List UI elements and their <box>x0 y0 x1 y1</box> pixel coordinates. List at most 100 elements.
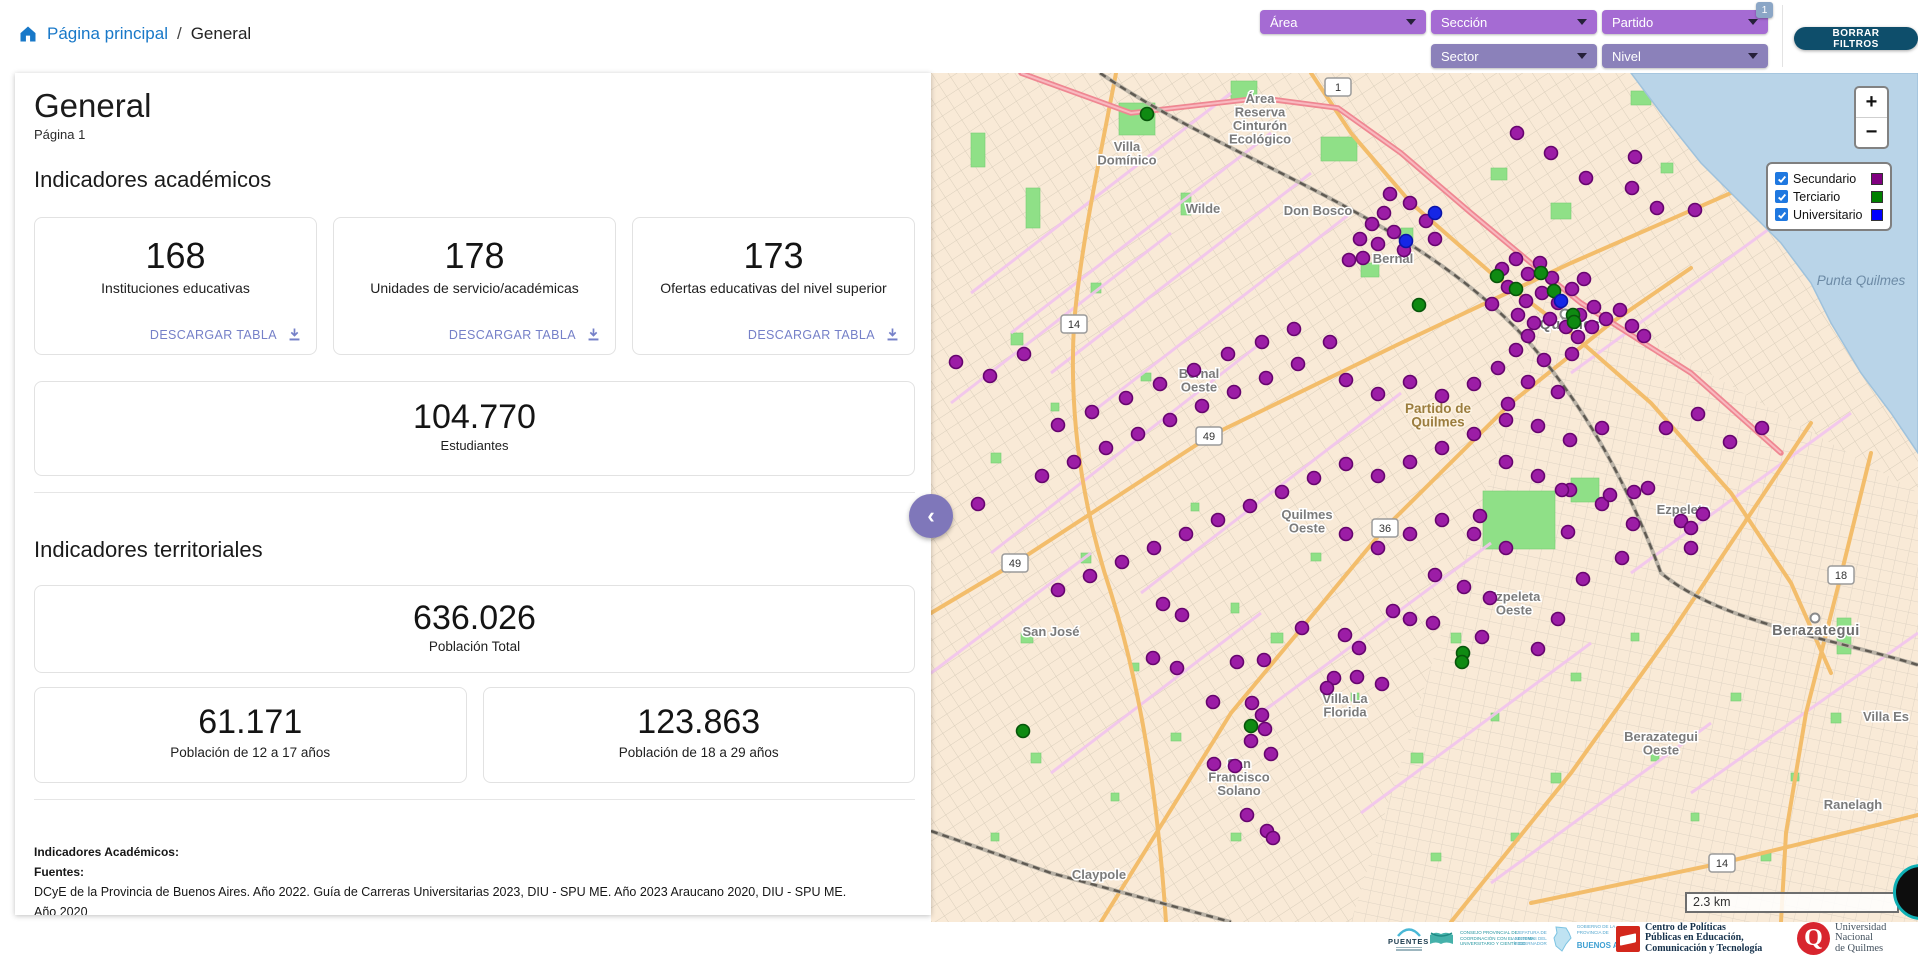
institution-dot-secundario[interactable] <box>984 370 997 383</box>
institution-dot-secundario[interactable] <box>1084 570 1097 583</box>
institution-dot-secundario[interactable] <box>1372 388 1385 401</box>
institution-dot-universitario[interactable] <box>1555 295 1568 308</box>
institution-dot-secundario[interactable] <box>1552 613 1565 626</box>
institution-dot-secundario[interactable] <box>1502 398 1515 411</box>
institution-dot-terciario[interactable] <box>1568 316 1581 329</box>
institution-dot-terciario[interactable] <box>1491 270 1504 283</box>
institution-dot-secundario[interactable] <box>1180 528 1193 541</box>
institution-dot-secundario[interactable] <box>1229 760 1242 773</box>
clear-filters-button[interactable]: BORRAR FILTROS <box>1794 27 1918 50</box>
institution-dot-secundario[interactable] <box>1222 348 1235 361</box>
institution-dot-secundario[interactable] <box>1474 510 1487 523</box>
institution-dot-secundario[interactable] <box>1436 514 1449 527</box>
institution-dot-terciario[interactable] <box>1245 720 1258 733</box>
institution-dot-secundario[interactable] <box>1357 252 1370 265</box>
institution-dot-secundario[interactable] <box>1476 631 1489 644</box>
institution-dot-secundario[interactable] <box>1296 622 1309 635</box>
institution-dot-secundario[interactable] <box>1351 671 1364 684</box>
institution-dot-secundario[interactable] <box>1436 442 1449 455</box>
institution-dot-secundario[interactable] <box>1052 419 1065 432</box>
filter-seccion-select[interactable]: Sección <box>1431 10 1597 34</box>
legend-checkbox-secundario[interactable] <box>1775 172 1788 185</box>
institution-dot-secundario[interactable] <box>1685 542 1698 555</box>
institution-dot-secundario[interactable] <box>972 498 985 511</box>
filter-area-select[interactable]: Área <box>1260 10 1426 34</box>
institution-dot-secundario[interactable] <box>1628 486 1641 499</box>
institution-dot-secundario[interactable] <box>1572 331 1585 344</box>
institution-dot-secundario[interactable] <box>1616 552 1629 565</box>
institution-dot-terciario[interactable] <box>1510 283 1523 296</box>
institution-dot-secundario[interactable] <box>1627 518 1640 531</box>
institution-dot-secundario[interactable] <box>1642 482 1655 495</box>
institution-dot-secundario[interactable] <box>1566 348 1579 361</box>
institution-dot-secundario[interactable] <box>950 356 963 369</box>
institution-dot-secundario[interactable] <box>1339 629 1352 642</box>
filter-sector-select[interactable]: Sector <box>1431 44 1597 68</box>
institution-dot-secundario[interactable] <box>1231 656 1244 669</box>
institution-dot-secundario[interactable] <box>1245 735 1258 748</box>
institution-dot-secundario[interactable] <box>1510 344 1523 357</box>
institution-dot-secundario[interactable] <box>1241 809 1254 822</box>
institution-dot-secundario[interactable] <box>1372 542 1385 555</box>
institution-dot-secundario[interactable] <box>1212 514 1225 527</box>
institution-dot-secundario[interactable] <box>1689 204 1702 217</box>
institution-dot-secundario[interactable] <box>1566 283 1579 296</box>
institution-dot-secundario[interactable] <box>1468 528 1481 541</box>
institution-dot-secundario[interactable] <box>1522 330 1535 343</box>
institution-dot-secundario[interactable] <box>1427 617 1440 630</box>
institution-dot-secundario[interactable] <box>1148 542 1161 555</box>
institution-dot-secundario[interactable] <box>1692 408 1705 421</box>
institution-dot-secundario[interactable] <box>1500 542 1513 555</box>
institution-dot-secundario[interactable] <box>1384 188 1397 201</box>
institution-dot-secundario[interactable] <box>1564 434 1577 447</box>
institution-dot-secundario[interactable] <box>1354 233 1367 246</box>
institution-dot-secundario[interactable] <box>1267 832 1280 845</box>
institution-dot-secundario[interactable] <box>1120 392 1133 405</box>
institution-dot-secundario[interactable] <box>1372 470 1385 483</box>
institution-dot-terciario[interactable] <box>1141 108 1154 121</box>
institution-dot-secundario[interactable] <box>1265 748 1278 761</box>
institution-dot-terciario[interactable] <box>1456 656 1469 669</box>
institution-dot-secundario[interactable] <box>1510 253 1523 266</box>
institution-dot-secundario[interactable] <box>1651 202 1664 215</box>
institution-dot-secundario[interactable] <box>1404 197 1417 210</box>
institution-dot-secundario[interactable] <box>1378 207 1391 220</box>
institution-dot-secundario[interactable] <box>1340 528 1353 541</box>
institution-dot-secundario[interactable] <box>1207 696 1220 709</box>
institution-dot-secundario[interactable] <box>1288 323 1301 336</box>
institution-dot-secundario[interactable] <box>1604 489 1617 502</box>
institution-dot-secundario[interactable] <box>1512 309 1525 322</box>
institution-dot-secundario[interactable] <box>1536 287 1549 300</box>
institution-dot-secundario[interactable] <box>1522 376 1535 389</box>
institution-dot-secundario[interactable] <box>1340 374 1353 387</box>
filter-partido-select[interactable]: Partido 1 <box>1602 10 1768 34</box>
filter-nivel-select[interactable]: Nivel <box>1602 44 1768 68</box>
download-table-link[interactable]: DESCARGAR TABLA <box>748 326 901 343</box>
institution-dot-secundario[interactable] <box>1492 362 1505 375</box>
institution-dot-secundario[interactable] <box>1157 598 1170 611</box>
institution-dot-secundario[interactable] <box>1244 500 1257 513</box>
institution-dot-secundario[interactable] <box>1404 528 1417 541</box>
institution-dot-secundario[interactable] <box>1436 390 1449 403</box>
map-canvas[interactable]: VillaDomínicoWildeÁreaReservaCinturónEco… <box>931 73 1918 922</box>
institution-dot-secundario[interactable] <box>1626 182 1639 195</box>
institution-dot-secundario[interactable] <box>1500 414 1513 427</box>
institution-dot-secundario[interactable] <box>1052 584 1065 597</box>
institution-dot-terciario[interactable] <box>1413 299 1426 312</box>
institution-dot-secundario[interactable] <box>1638 330 1651 343</box>
institution-dot-universitario[interactable] <box>1429 207 1442 220</box>
institution-dot-secundario[interactable] <box>1147 652 1160 665</box>
legend-checkbox-terciario[interactable] <box>1775 190 1788 203</box>
download-table-link[interactable]: DESCARGAR TABLA <box>150 326 303 343</box>
institution-dot-secundario[interactable] <box>1132 428 1145 441</box>
institution-dot-secundario[interactable] <box>1259 723 1272 736</box>
institution-dot-secundario[interactable] <box>1404 613 1417 626</box>
institution-dot-secundario[interactable] <box>1685 522 1698 535</box>
institution-dot-secundario[interactable] <box>1580 172 1593 185</box>
institution-dot-secundario[interactable] <box>1246 697 1259 710</box>
institution-dot-secundario[interactable] <box>1372 238 1385 251</box>
institution-dot-secundario[interactable] <box>1353 642 1366 655</box>
institution-dot-secundario[interactable] <box>1629 151 1642 164</box>
institution-dot-secundario[interactable] <box>1176 609 1189 622</box>
institution-dot-secundario[interactable] <box>1614 304 1627 317</box>
